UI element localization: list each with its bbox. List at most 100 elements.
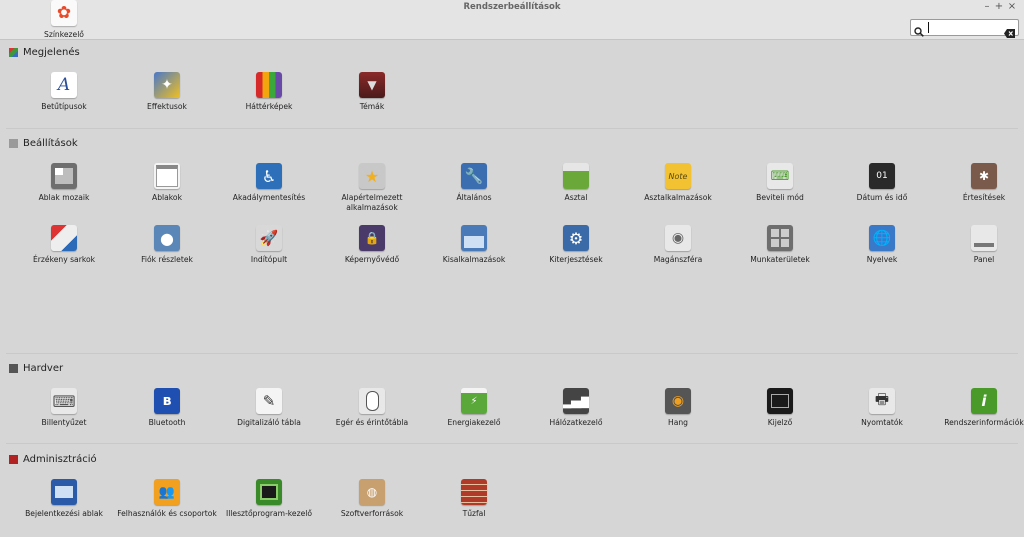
minimize-button[interactable]: – — [981, 1, 993, 12]
maximize-button[interactable]: + — [993, 1, 1005, 12]
extensions-icon: ⚙ — [563, 225, 589, 251]
settings-item-applets[interactable]: Kisalkalmazások — [424, 225, 524, 265]
settings-item-window-tiling[interactable]: Ablak mozaik — [14, 163, 114, 203]
users-groups-icon: 👥 — [154, 479, 180, 505]
section-title: Adminisztráció — [23, 453, 97, 465]
settings-item-general[interactable]: 🔧 Általános — [424, 163, 524, 203]
settings-item-label: Panel — [973, 255, 995, 264]
settings-item-themes[interactable]: ▼ Témák — [322, 72, 422, 112]
settings-item-label: Kisalkalmazások — [442, 255, 506, 264]
settings-item-label: Hang — [668, 418, 688, 427]
settings-item-desktop[interactable]: Asztal — [526, 163, 626, 203]
settings-item-desklets[interactable]: Note Asztalkalmazások — [628, 163, 728, 203]
section-title: Hardver — [23, 362, 64, 374]
settings-item-label: Betűtípusok — [41, 102, 87, 111]
settings-item-hot-corners[interactable]: Érzékeny sarkok — [14, 225, 114, 265]
settings-item-label: Fiók részletek — [141, 255, 193, 264]
settings-item-printer[interactable]: 🖶 Nyomtatók — [832, 388, 932, 428]
settings-item-firewall[interactable]: Tűzfal — [424, 479, 524, 519]
settings-item-mouse[interactable]: Egér és érintőtábla — [322, 388, 422, 428]
settings-item-screensaver[interactable]: 🔒 Képernyővédő — [322, 225, 422, 265]
settings-item-software-sources[interactable]: ◍ Szoftverforrások — [322, 479, 422, 519]
title-bar: Rendszerbeállítások – + × — [0, 0, 1024, 18]
settings-item-color[interactable]: ✿ Színkezelő — [14, 0, 114, 40]
settings-item-bluetooth[interactable]: ʙ Bluetooth — [117, 388, 217, 428]
settings-item-keyboard[interactable]: ⌨ Billentyűzet — [14, 388, 114, 428]
section-divider — [6, 353, 1018, 354]
settings-item-panel[interactable]: Panel — [934, 225, 1024, 265]
settings-item-effects[interactable]: ✦ Effektusok — [117, 72, 217, 112]
tablet-icon: ✎ — [256, 388, 282, 414]
settings-item-startup[interactable]: 🚀 Indítópult — [219, 225, 319, 265]
search-input[interactable] — [910, 19, 1019, 38]
settings-item-label: Magánszféra — [653, 255, 703, 264]
settings-item-label: Hálózatkezelő — [549, 418, 603, 427]
search-icon — [914, 22, 924, 41]
section-title: Beállítások — [23, 137, 78, 149]
settings-item-label: Témák — [359, 102, 385, 111]
section-divider — [6, 443, 1018, 444]
settings-item-date-time[interactable]: 01 Dátum és idő — [832, 163, 932, 203]
settings-item-accessibility[interactable]: ♿ Akadálymentesítés — [219, 163, 319, 203]
login-window-icon — [51, 479, 77, 505]
settings-item-label: Kijelző — [767, 418, 793, 427]
settings-item-windows[interactable]: Ablakok — [117, 163, 217, 203]
hot-corners-icon — [51, 225, 77, 251]
settings-item-label: Rendszerinformációk — [944, 418, 1024, 427]
wallpaper-icon — [256, 72, 282, 98]
settings-item-label: Digitalizáló tábla — [237, 418, 301, 427]
printer-icon: 🖶 — [869, 388, 895, 414]
administration-icon — [9, 454, 18, 464]
toolbar — [0, 17, 1024, 40]
settings-item-input-method[interactable]: ⌨ Beviteli mód — [730, 163, 830, 203]
settings-item-users-groups[interactable]: 👥 Felhasználók és csoportok — [117, 479, 217, 519]
network-icon: ▂▄▆ — [563, 388, 589, 414]
section-divider — [6, 128, 1018, 129]
settings-item-network[interactable]: ▂▄▆ Hálózatkezelő — [526, 388, 626, 428]
settings-item-label: Bejelentkezési ablak — [25, 509, 103, 518]
settings-item-label: Energiakezelő — [447, 418, 501, 427]
settings-item-notifications[interactable]: ✱ Értesítések — [934, 163, 1024, 203]
clear-search-icon[interactable] — [1004, 23, 1015, 42]
color-icon: ✿ — [51, 0, 77, 26]
settings-item-font[interactable]: A Betűtípusok — [14, 72, 114, 112]
settings-item-label: Ablakok — [152, 193, 182, 202]
window-title: Rendszerbeállítások — [463, 2, 561, 12]
settings-item-login-window[interactable]: Bejelentkezési ablak — [14, 479, 114, 519]
settings-item-extensions[interactable]: ⚙ Kiterjesztések — [526, 225, 626, 265]
settings-item-label: Effektusok — [147, 102, 187, 111]
settings-item-label: Bluetooth — [148, 418, 186, 427]
settings-item-tablet[interactable]: ✎ Digitalizáló tábla — [219, 388, 319, 428]
close-button[interactable]: × — [1006, 1, 1018, 12]
text-cursor — [928, 22, 929, 33]
settings-item-label: Billentyűzet — [41, 418, 87, 427]
settings-item-label: Asztalkalmazások — [644, 193, 712, 202]
settings-item-languages[interactable]: 🌐 Nyelvek — [832, 225, 932, 265]
settings-item-label: Képernyővédő — [344, 255, 400, 264]
settings-item-default-apps[interactable]: ★ Alapértelmezett alkalmazások — [322, 163, 422, 213]
settings-item-privacy[interactable]: ◉ Magánszféra — [628, 225, 728, 265]
settings-item-workspaces[interactable]: Munkaterületek — [730, 225, 830, 265]
input-method-icon: ⌨ — [767, 163, 793, 189]
keyboard-icon: ⌨ — [51, 388, 77, 414]
settings-item-power[interactable]: ⚡ Energiakezelő — [424, 388, 524, 428]
effects-icon: ✦ — [154, 72, 180, 98]
settings-item-display[interactable]: Kijelző — [730, 388, 830, 428]
default-apps-icon: ★ — [359, 163, 385, 189]
settings-item-account[interactable]: ● Fiók részletek — [117, 225, 217, 265]
system-info-icon: i — [971, 388, 997, 414]
settings-item-system-info[interactable]: i Rendszerinformációk — [934, 388, 1024, 428]
appearance-icon — [9, 47, 18, 57]
settings-item-label: Tűzfal — [462, 509, 486, 518]
settings-item-label: Ablak mozaik — [38, 193, 90, 202]
applets-icon — [461, 225, 487, 251]
settings-item-wallpaper[interactable]: Háttérképek — [219, 72, 319, 112]
settings-item-sound[interactable]: ◉ Hang — [628, 388, 728, 428]
panel-icon — [971, 225, 997, 251]
settings-item-label: Indítópult — [250, 255, 288, 264]
settings-item-label: Kiterjesztések — [549, 255, 603, 264]
workspaces-icon — [767, 225, 793, 251]
settings-item-label: Értesítések — [962, 193, 1006, 202]
settings-item-driver-manager[interactable]: Illesztőprogram-kezelő — [219, 479, 319, 519]
settings-item-label: Nyomtatók — [861, 418, 903, 427]
